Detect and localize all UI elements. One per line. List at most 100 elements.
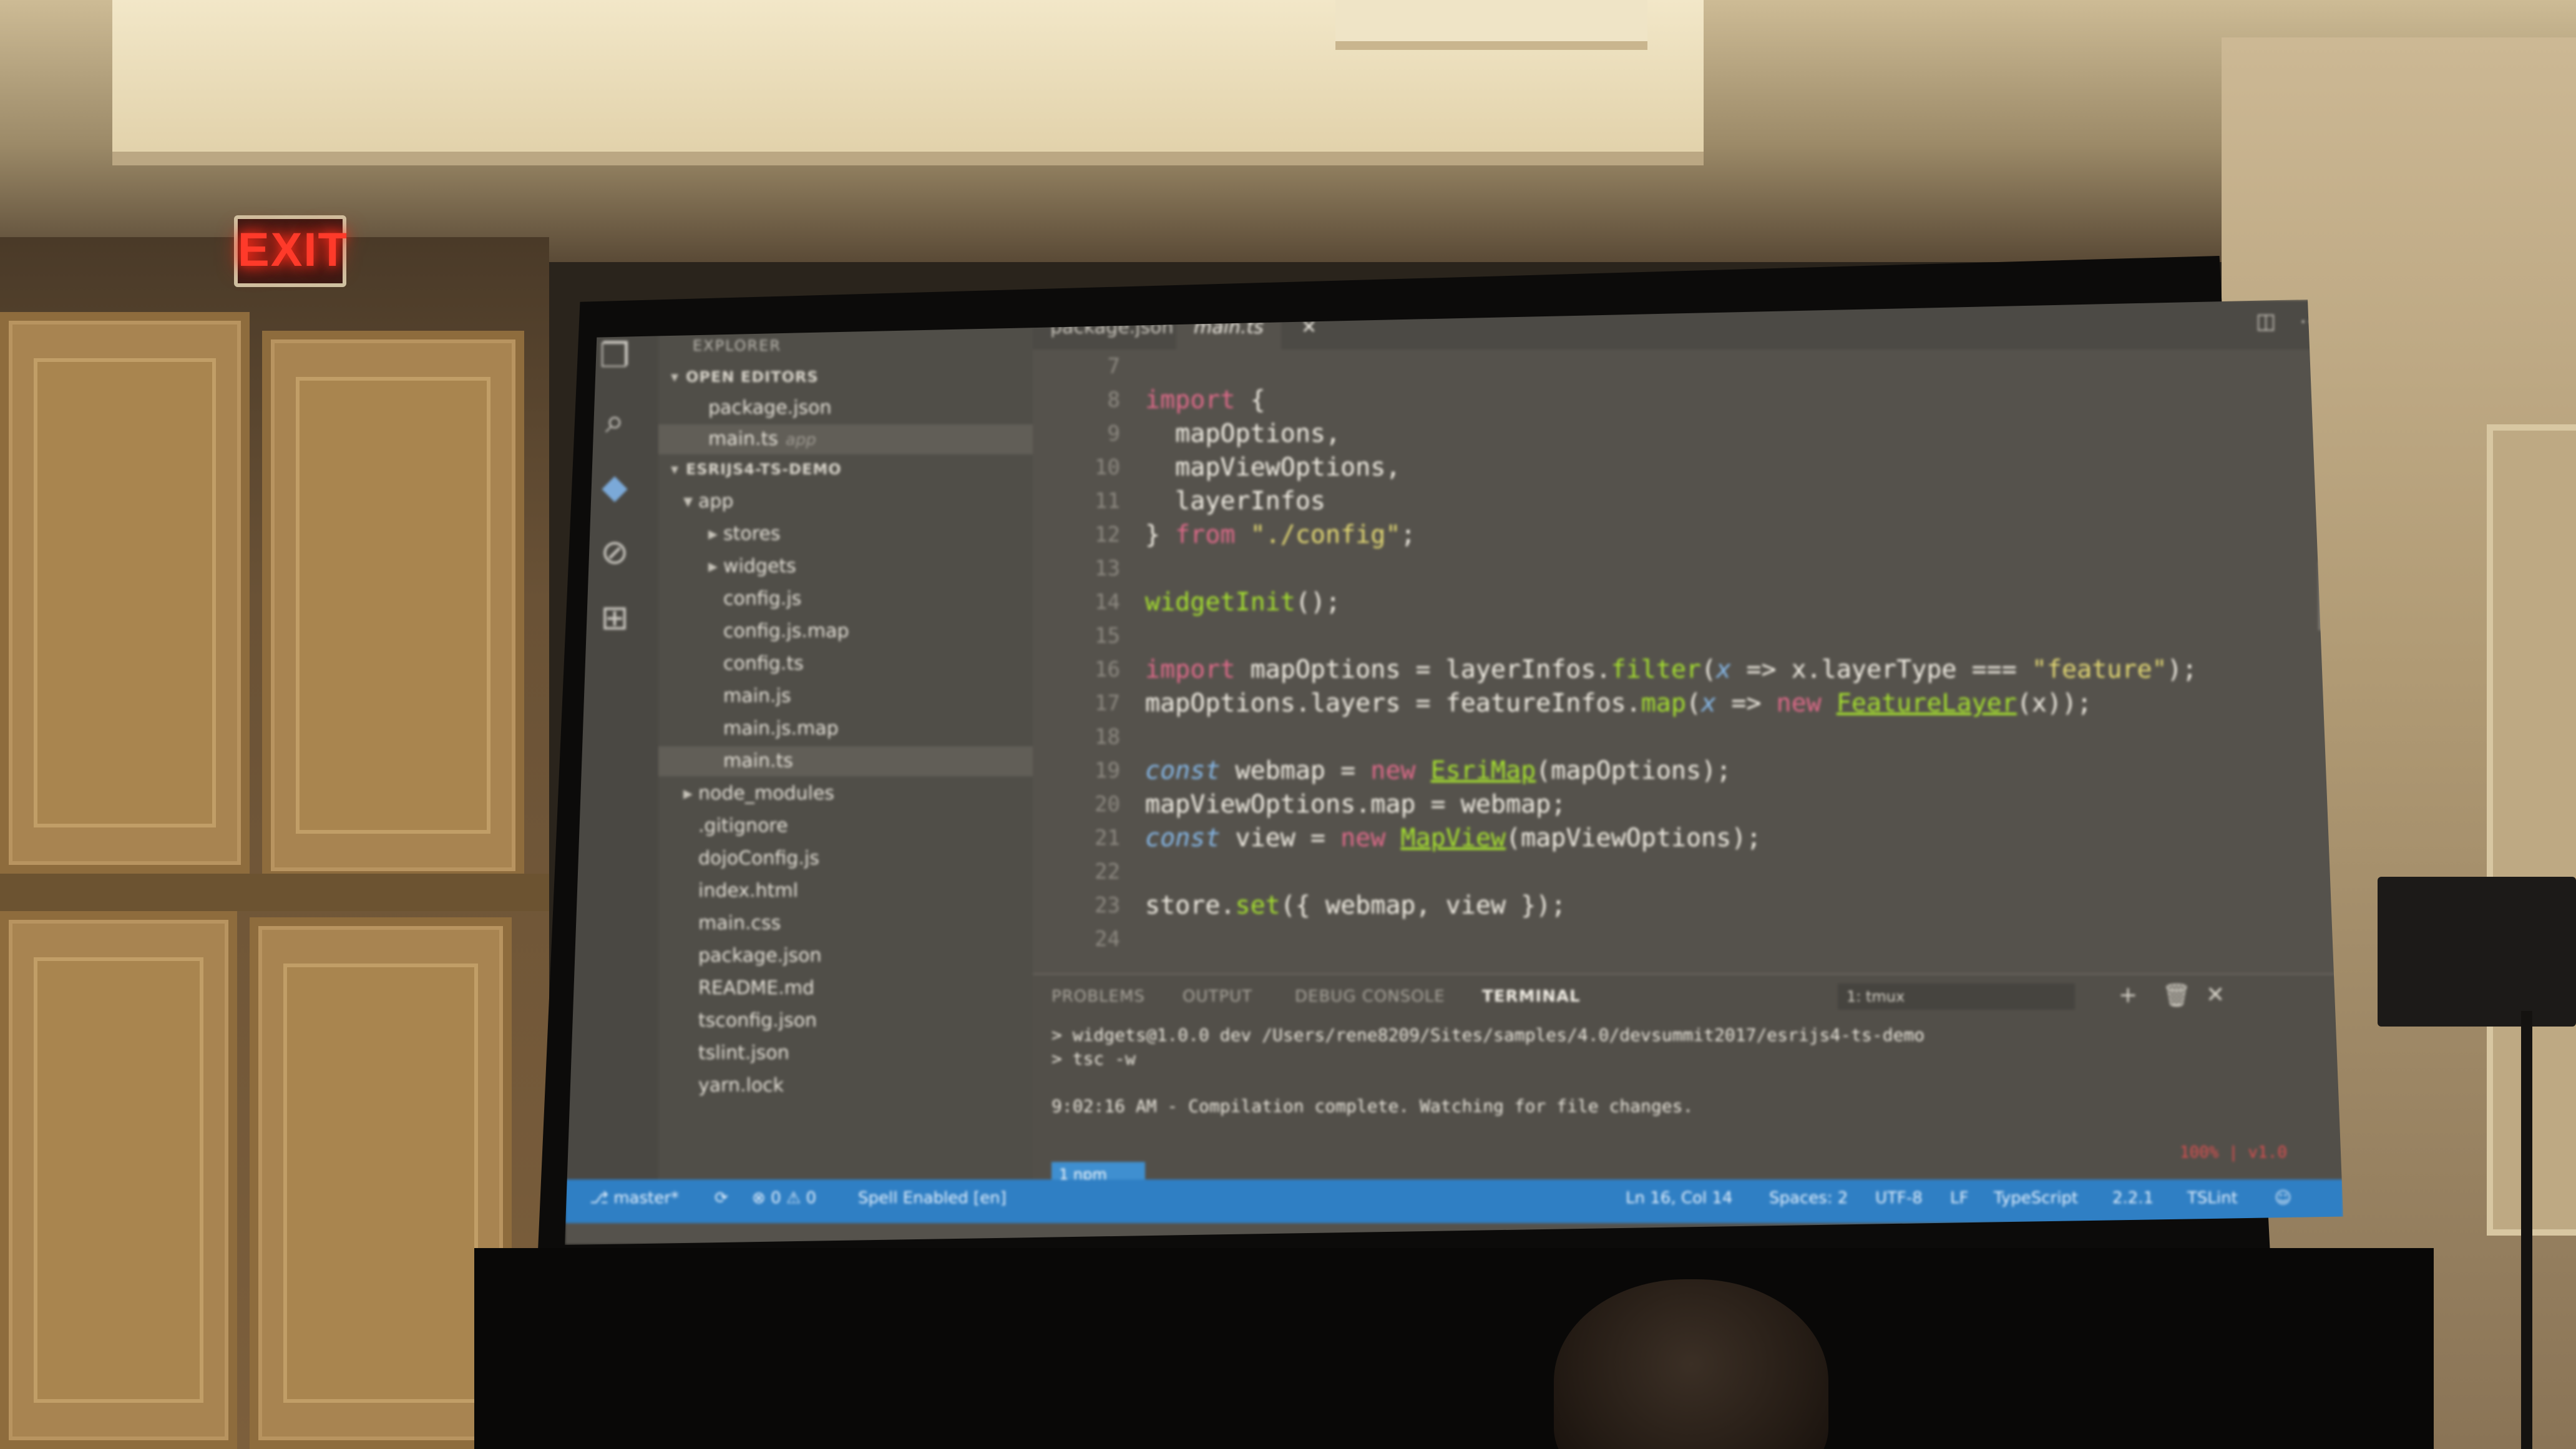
spell-status[interactable]: Spell Enabled [en] <box>858 1179 1007 1217</box>
tab-terminal[interactable]: TERMINAL <box>1482 987 1581 1006</box>
exit-sign: EXIT <box>234 215 347 287</box>
tree-item[interactable]: ▸ node_modules <box>658 779 1033 809</box>
open-editor-item[interactable]: main.ts app <box>658 424 1033 454</box>
code-line[interactable]: 16 import mapOptions = layerInfos.filter(… <box>1033 653 2343 686</box>
tree-item[interactable]: config.js.map <box>658 617 1033 646</box>
terminal-select[interactable]: 1: tmux <box>1838 983 2075 1010</box>
file-name: main.js.map <box>723 718 839 739</box>
code-line[interactable]: 9 mapOptions, <box>1033 417 2343 451</box>
split-editor-icon[interactable]: ◫ <box>2256 309 2276 334</box>
line-number: 13 <box>1095 556 1120 581</box>
cursor-position[interactable]: Ln 16, Col 14 <box>1626 1179 1732 1217</box>
debug-icon[interactable]: ⊘ <box>596 534 633 571</box>
code-line[interactable]: 18 <box>1033 720 2343 754</box>
file-name: main.ts <box>723 750 793 772</box>
file-name: yarn.lock <box>698 1075 784 1096</box>
chevron-right-icon: ▸ <box>683 783 693 804</box>
tab-debug-console[interactable]: DEBUG CONSOLE <box>1295 987 1445 1006</box>
code-line[interactable]: 21 const view = new MapView(mapViewOption… <box>1033 821 2343 855</box>
file-name: tsconfig.json <box>698 1010 817 1032</box>
code-line[interactable]: 17 mapOptions.layers = featureInfos.map(x… <box>1033 686 2343 720</box>
tree-item[interactable]: .gitignore <box>658 811 1033 841</box>
code-line[interactable]: 20 mapViewOptions.map = webmap; <box>1033 788 2343 821</box>
tree-item[interactable]: tsconfig.json <box>658 1006 1033 1036</box>
tab-problems[interactable]: PROBLEMS <box>1051 987 1145 1006</box>
feedback-icon[interactable]: ☺ <box>2275 1179 2291 1217</box>
file-folder-hint: app <box>785 431 816 449</box>
tree-item[interactable]: dojoConfig.js <box>658 844 1033 874</box>
code-line[interactable]: 12} from "./config"; <box>1033 518 2343 552</box>
language-mode[interactable]: TypeScript <box>1994 1179 2078 1217</box>
code-line[interactable]: 24 <box>1033 922 2343 956</box>
code-line[interactable]: 14 widgetInit(); <box>1033 585 2343 619</box>
sync-icon[interactable]: ⟳ <box>715 1179 728 1217</box>
wall-door <box>262 331 524 880</box>
linter-status[interactable]: TSLint <box>2187 1179 2238 1217</box>
ceiling-beam <box>1335 0 1647 50</box>
code-line[interactable]: 7 <box>1033 349 2343 383</box>
tree-item[interactable]: ▸ stores <box>658 519 1033 549</box>
code-line[interactable]: 11 layerInfos <box>1033 484 2343 518</box>
tree-item[interactable]: README.md <box>658 973 1033 1003</box>
code-text: layerInfos <box>1145 487 1325 515</box>
file-name: main.css <box>698 912 781 934</box>
open-editors-header[interactable]: ▾ OPEN EDITORS <box>658 362 1033 392</box>
project-header[interactable]: ▾ ESRIJS4-TS-DEMO <box>658 454 1033 484</box>
terminal-line: > widgets@1.0.0 dev /Users/rene8209/Site… <box>1051 1025 1925 1045</box>
file-name: widgets <box>723 555 796 577</box>
tree-item[interactable]: main.js <box>658 681 1033 711</box>
wall-door <box>0 312 250 874</box>
code-line[interactable]: 13 <box>1033 552 2343 585</box>
line-number: 16 <box>1095 657 1120 682</box>
speaker-stand <box>2521 1011 2532 1449</box>
warning-icon: ⚠ <box>786 1189 806 1208</box>
code-line[interactable]: 15 <box>1033 619 2343 653</box>
tree-item[interactable]: main.css <box>658 909 1033 939</box>
line-number: 9 <box>1107 421 1120 446</box>
tab-output[interactable]: OUTPUT <box>1183 987 1252 1006</box>
file-name: app <box>698 490 734 512</box>
tree-item[interactable]: ▸ widgets <box>658 552 1033 582</box>
code-editor[interactable]: 7 8 import {9 mapOptions, 10 mapViewOptions… <box>1033 349 2343 973</box>
eol-status[interactable]: LF <box>1950 1179 1968 1217</box>
line-number: 23 <box>1095 893 1120 918</box>
tree-item[interactable]: main.ts <box>658 746 1033 776</box>
tree-item[interactable]: package.json <box>658 941 1033 971</box>
branch-status[interactable]: ⎇ master* <box>590 1179 679 1217</box>
open-editor-item[interactable]: package.json <box>658 393 1033 423</box>
error-icon: ⊗ <box>752 1189 771 1208</box>
wall-door <box>0 911 237 1449</box>
indentation-status[interactable]: Spaces: 2 <box>1769 1179 1848 1217</box>
file-name: main.js <box>723 685 791 707</box>
trash-icon[interactable]: 🗑 <box>2162 982 2191 1008</box>
ts-version[interactable]: 2.2.1 <box>2112 1179 2154 1217</box>
problems-status[interactable]: ⊗ 0 ⚠ 0 <box>752 1179 816 1217</box>
extensions-icon[interactable]: ⊞ <box>596 599 633 637</box>
code-text: const view = new MapView(mapViewOptions)… <box>1145 824 1762 852</box>
tree-item[interactable]: ▾ app <box>658 487 1033 517</box>
add-terminal-icon[interactable]: + <box>2119 982 2137 1008</box>
search-icon[interactable]: ⌕ <box>596 402 633 440</box>
tree-item[interactable]: yarn.lock <box>658 1071 1033 1101</box>
tree-item[interactable]: index.html <box>658 876 1033 906</box>
code-line[interactable]: 22 <box>1033 855 2343 889</box>
tree-item[interactable]: main.js.map <box>658 714 1033 744</box>
line-number: 15 <box>1095 623 1120 648</box>
chevron-right-icon: ▸ <box>708 555 718 577</box>
close-panel-icon[interactable]: ✕ <box>2206 982 2225 1008</box>
file-name: package.json <box>698 945 822 967</box>
code-line[interactable]: 8 import { <box>1033 383 2343 417</box>
encoding-status[interactable]: UTF-8 <box>1875 1179 1923 1217</box>
code-line[interactable]: 19 const webmap = new EsriMap(mapOptions)… <box>1033 754 2343 788</box>
code-text: import mapOptions = layerInfos.filter(x … <box>1145 655 2197 684</box>
git-icon[interactable]: ◆ <box>596 468 633 505</box>
code-line[interactable]: 23 store.set({ webmap, view }); <box>1033 889 2343 922</box>
files-icon[interactable]: ❐ <box>596 337 633 374</box>
bottom-panel: PROBLEMS OUTPUT DEBUG CONSOLE TERMINAL 1… <box>1033 973 2343 1187</box>
tree-item[interactable]: config.js <box>658 584 1033 614</box>
code-line[interactable]: 10 mapViewOptions, <box>1033 451 2343 484</box>
line-number: 11 <box>1095 489 1120 514</box>
tree-item[interactable]: config.ts <box>658 649 1033 679</box>
terminal-line: 9:02:16 AM - Compilation complete. Watch… <box>1051 1096 1694 1116</box>
tree-item[interactable]: tslint.json <box>658 1038 1033 1068</box>
